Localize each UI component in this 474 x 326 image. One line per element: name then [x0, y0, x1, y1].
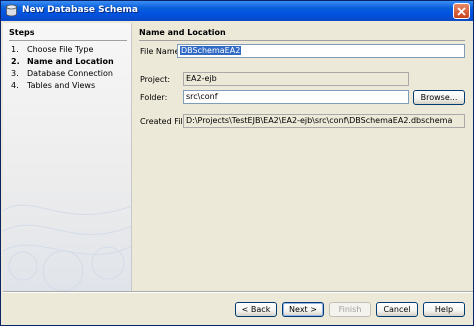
- panel-decoration-icon: [3, 204, 131, 291]
- step-database-connection: 3. Database Connection: [11, 69, 113, 78]
- window-title: New Database Schema: [22, 5, 138, 15]
- back-button[interactable]: < Back: [235, 302, 277, 317]
- step-label: Database Connection: [27, 69, 113, 78]
- step-tables-and-views: 4. Tables and Views: [11, 81, 95, 90]
- help-button[interactable]: Help: [423, 302, 465, 317]
- title-bar[interactable]: New Database Schema: [1, 1, 473, 21]
- footer-divider: [3, 291, 473, 293]
- next-button[interactable]: Next >: [282, 302, 324, 317]
- finish-button[interactable]: Finish: [329, 302, 371, 317]
- step-choose-file-type: 1. Choose File Type: [11, 45, 93, 54]
- created-file-field: D:\Projects\TestEJB\EA2\EA2-ejb\src\conf…: [183, 114, 465, 128]
- cancel-button[interactable]: Cancel: [376, 302, 418, 317]
- browse-button[interactable]: Browse...: [413, 90, 465, 105]
- file-name-value: DBSchemaEA2: [180, 46, 242, 55]
- folder-input[interactable]: src\conf: [183, 90, 409, 104]
- step-number: 1.: [11, 45, 19, 54]
- folder-label: Folder:: [140, 93, 168, 102]
- project-field: EA2-ejb: [183, 72, 409, 86]
- close-icon[interactable]: [453, 3, 470, 19]
- file-name-input[interactable]: DBSchemaEA2: [177, 44, 465, 58]
- step-name-and-location: 2. Name and Location: [11, 57, 114, 66]
- step-number: 4.: [11, 81, 19, 90]
- file-name-label: File Name:: [140, 47, 183, 56]
- step-label: Name and Location: [27, 57, 114, 66]
- database-icon: [5, 4, 18, 17]
- content-panel: Name and Location File Name: DBSchemaEA2…: [133, 23, 473, 291]
- step-number: 2.: [11, 57, 20, 66]
- step-label: Choose File Type: [27, 45, 94, 54]
- step-label: Tables and Views: [27, 81, 96, 90]
- steps-heading: Steps: [9, 28, 35, 37]
- project-label: Project:: [140, 75, 171, 84]
- step-number: 3.: [11, 69, 19, 78]
- section-heading: Name and Location: [139, 28, 226, 37]
- section-divider: [139, 40, 465, 41]
- steps-panel: Steps 1. Choose File Type 2. Name and Loca…: [3, 23, 132, 291]
- steps-divider: [9, 40, 127, 41]
- dialog-window: New Database Schema Steps 1. Choose File …: [0, 0, 474, 326]
